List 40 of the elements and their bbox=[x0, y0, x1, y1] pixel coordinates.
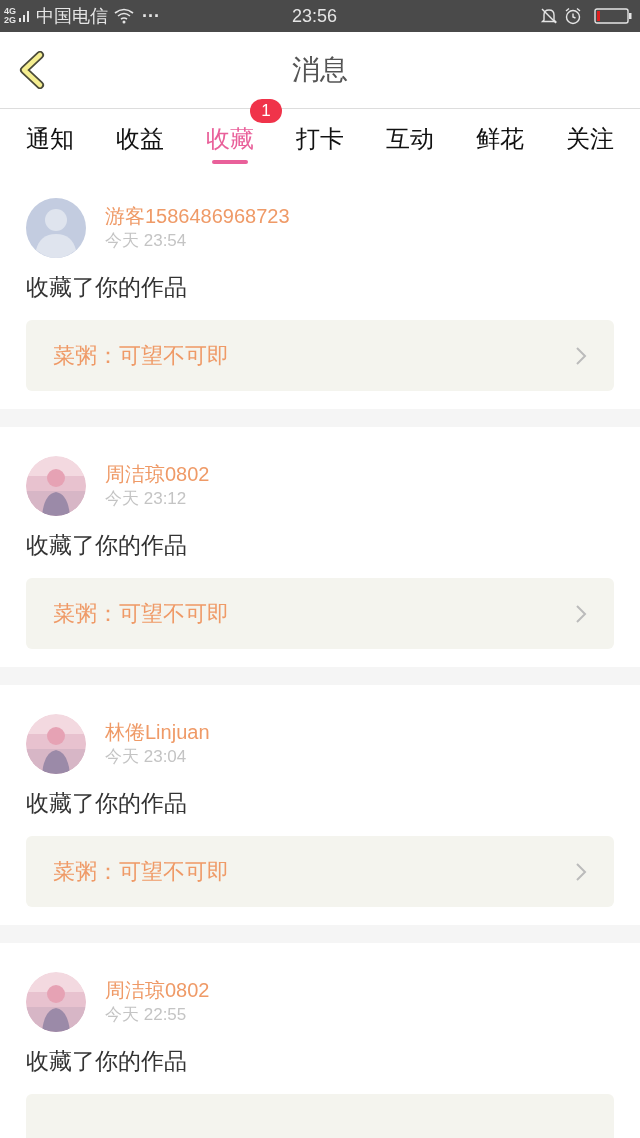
work-title: 菜粥：可望不可即 bbox=[53, 600, 229, 628]
network-label: 2G bbox=[4, 16, 16, 25]
message-time: 今天 23:04 bbox=[105, 746, 188, 768]
user-name[interactable]: 周洁琼0802 bbox=[105, 977, 210, 1003]
clock-time: 23:56 bbox=[292, 4, 338, 28]
message-text: 收藏了你的作品 bbox=[26, 531, 188, 560]
user-name[interactable]: 游客1586486968723 bbox=[105, 203, 290, 229]
chevron-right-icon bbox=[575, 603, 587, 624]
work-title: 菜粥：可望不可即 bbox=[53, 858, 229, 886]
work-title: 菜粥：可望不可即 bbox=[53, 342, 229, 370]
category-tab[interactable]: 通知 bbox=[26, 109, 74, 169]
category-tab[interactable]: 收益 bbox=[116, 109, 164, 169]
work-link[interactable]: 菜粥：可望不可即 bbox=[26, 320, 614, 391]
work-link[interactable]: 菜粥：可望不可即 bbox=[26, 578, 614, 649]
carrier-name: 中国电信 bbox=[36, 4, 108, 28]
message-text: 收藏了你的作品 bbox=[26, 789, 188, 818]
chevron-right-icon bbox=[575, 861, 587, 882]
bell-muted-icon bbox=[540, 7, 558, 25]
user-name[interactable]: 周洁琼0802 bbox=[105, 461, 210, 487]
category-tab[interactable]: 关注 bbox=[566, 109, 614, 169]
message-time: 今天 23:12 bbox=[105, 488, 188, 510]
more-indicator: ··· bbox=[142, 4, 160, 28]
signal-icon bbox=[18, 9, 32, 23]
message-text: 收藏了你的作品 bbox=[26, 273, 188, 302]
message-time: 今天 23:54 bbox=[105, 230, 188, 252]
user-name[interactable]: 林倦Linjuan bbox=[105, 719, 210, 745]
category-tab[interactable]: 互动 bbox=[386, 109, 434, 169]
work-link[interactable]: 菜粥：可望不可即 bbox=[26, 836, 614, 907]
message-time: 今天 22:55 bbox=[105, 1004, 188, 1026]
page-title: 消息 bbox=[292, 53, 348, 87]
category-tab[interactable]: 打卡 bbox=[296, 109, 344, 169]
category-tab[interactable]: 鲜花 bbox=[476, 109, 524, 169]
battery-icon bbox=[594, 8, 632, 24]
message-text: 收藏了你的作品 bbox=[26, 1047, 188, 1076]
network-label: 4G bbox=[4, 7, 16, 16]
wifi-icon bbox=[114, 8, 134, 24]
avatar-placeholder-icon bbox=[26, 198, 86, 258]
unread-count: 1 bbox=[250, 99, 282, 123]
chevron-right-icon bbox=[575, 345, 587, 366]
alarm-icon bbox=[564, 7, 582, 25]
